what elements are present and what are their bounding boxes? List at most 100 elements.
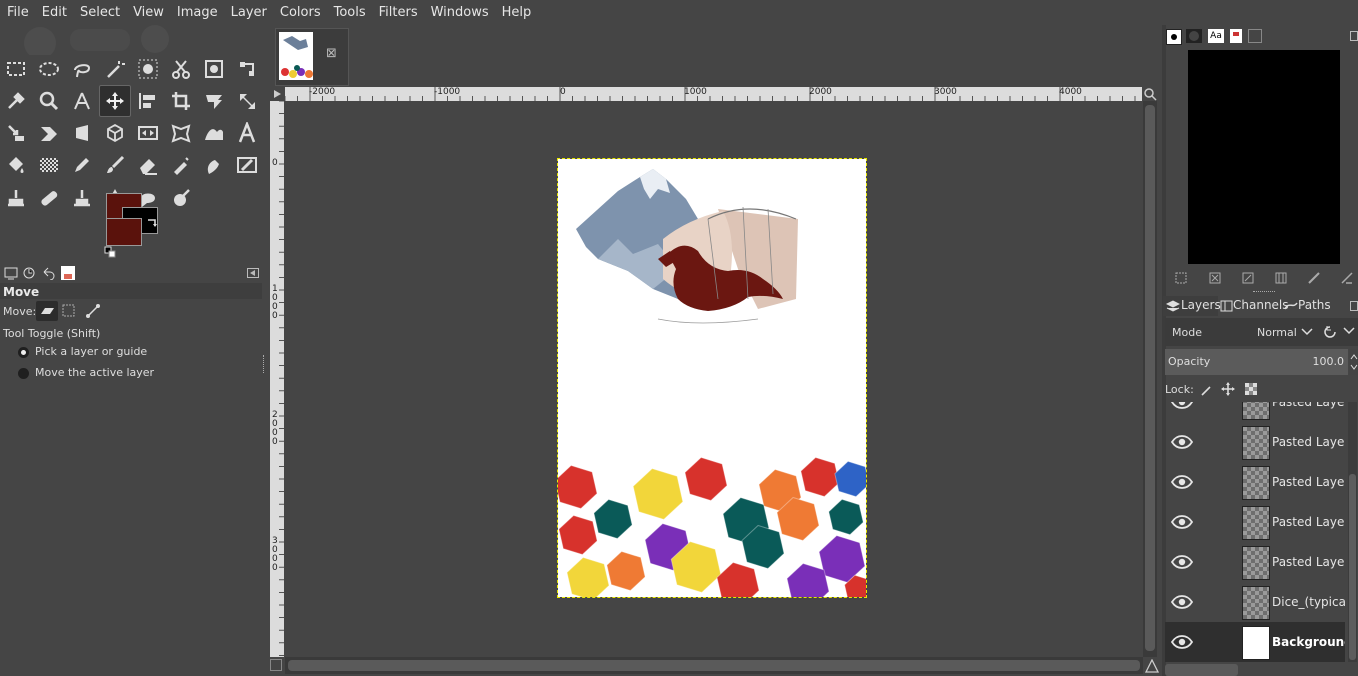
brushes-tab-icon[interactable] <box>1166 29 1182 45</box>
document-history-tab-icon[interactable] <box>1230 29 1242 43</box>
layer-row[interactable]: Pasted Layer # <box>1165 422 1345 462</box>
swap-colors-icon[interactable] <box>145 216 159 230</box>
paintbrush-tool[interactable] <box>101 151 129 179</box>
close-image-tab-icon[interactable]: ⊠ <box>326 46 337 61</box>
flip-tool[interactable] <box>134 119 162 147</box>
tab-layers[interactable]: Layers <box>1163 296 1221 316</box>
horizontal-scrollbar[interactable] <box>285 657 1143 674</box>
option-move-active-layer[interactable]: Move the active layer <box>18 366 154 379</box>
eye-icon[interactable] <box>1171 594 1193 610</box>
measure-tool[interactable] <box>68 87 96 115</box>
eye-icon[interactable] <box>1171 554 1193 570</box>
lock-position-icon[interactable] <box>1221 382 1235 396</box>
ellipse-select-tool[interactable] <box>35 55 63 83</box>
menu-edit[interactable]: Edit <box>35 0 73 25</box>
scissors-tool[interactable] <box>167 55 195 83</box>
shear-tool[interactable] <box>35 119 63 147</box>
foreground-select-tool[interactable] <box>200 55 228 83</box>
align-tool[interactable] <box>134 87 162 115</box>
layer-row[interactable]: Pasted Layer <box>1165 542 1345 582</box>
unified-transform-tool[interactable] <box>200 87 228 115</box>
layers-scrollbar[interactable] <box>1348 402 1357 662</box>
eye-icon[interactable] <box>1171 434 1193 450</box>
layers-hscroll-thumb[interactable] <box>1165 664 1238 676</box>
menu-help[interactable]: Help <box>495 0 538 25</box>
device-status-tab-icon[interactable] <box>22 266 36 280</box>
vertical-scroll-thumb[interactable] <box>1145 105 1155 651</box>
image-canvas[interactable] <box>557 158 867 598</box>
left-dock-splitter[interactable] <box>263 355 267 373</box>
eye-icon[interactable] <box>1171 514 1193 530</box>
mypaint-brush-tool[interactable] <box>233 151 261 179</box>
tool-options-tab-icon[interactable] <box>4 266 18 280</box>
right-dock-splitter[interactable] <box>1253 291 1275 295</box>
perspective-clone-tool[interactable] <box>68 184 96 212</box>
perspective-tool[interactable] <box>68 119 96 147</box>
fuzzy-select-tool[interactable] <box>101 55 129 83</box>
move-path-mode-button[interactable] <box>85 303 101 319</box>
move-tool[interactable] <box>99 85 131 117</box>
vertical-scrollbar[interactable] <box>1143 101 1157 657</box>
horizontal-scroll-thumb[interactable] <box>288 660 1140 671</box>
airbrush-tool[interactable] <box>167 151 195 179</box>
rotate-tool[interactable] <box>233 87 261 115</box>
rect-select-tool[interactable] <box>2 55 30 83</box>
refresh-brushes-icon[interactable] <box>1274 271 1288 285</box>
images-grid-tab-icon[interactable] <box>1248 29 1262 43</box>
tab-channels[interactable]: Channels <box>1219 296 1289 316</box>
layer-row[interactable]: Dice_(typical_rc <box>1165 582 1345 622</box>
select-by-color-tool[interactable] <box>134 55 162 83</box>
mode-options-chevron-icon[interactable] <box>1343 327 1355 335</box>
default-colors-icon[interactable] <box>104 246 118 258</box>
dodge-burn-tool[interactable] <box>167 184 195 212</box>
layer-row[interactable]: Pasted Layer # <box>1165 502 1345 542</box>
option-pick-layer[interactable]: Pick a layer or guide <box>18 345 147 358</box>
image-tab[interactable]: ⊠ <box>275 28 349 86</box>
panel-menu-icon[interactable] <box>247 268 259 278</box>
gradient-tool[interactable] <box>35 151 63 179</box>
3d-transform-tool[interactable] <box>101 119 129 147</box>
patterns-tab-icon[interactable] <box>1186 29 1202 43</box>
ink-tool[interactable] <box>200 151 228 179</box>
navigation-corner-icon[interactable] <box>1144 658 1160 673</box>
menu-filters[interactable]: Filters <box>372 0 424 25</box>
radio-pick-layer[interactable] <box>18 346 29 358</box>
bucket-fill-tool[interactable] <box>2 151 30 179</box>
text-tool[interactable] <box>233 119 261 147</box>
layers-dock-menu-icon[interactable] <box>1350 301 1358 311</box>
paths-tool[interactable] <box>233 55 261 83</box>
delete-brush-icon[interactable] <box>1208 271 1222 285</box>
menu-tools[interactable]: Tools <box>327 0 372 25</box>
menu-layer[interactable]: Layer <box>224 0 273 25</box>
eye-icon[interactable] <box>1171 402 1193 410</box>
lock-pixels-icon[interactable] <box>1199 383 1213 397</box>
quick-mask-arrow-icon[interactable] <box>270 87 284 101</box>
radio-move-active-layer[interactable] <box>18 367 29 379</box>
layer-row[interactable]: Pasted Layer # <box>1165 402 1345 422</box>
eraser-tool[interactable] <box>134 151 162 179</box>
navigate-button[interactable] <box>270 659 282 671</box>
foreground-color-front[interactable] <box>106 218 142 246</box>
layers-scroll-thumb[interactable] <box>1349 474 1356 660</box>
eye-icon[interactable] <box>1171 634 1193 650</box>
undo-history-tab-icon[interactable] <box>41 266 55 280</box>
menu-image[interactable]: Image <box>170 0 224 25</box>
fonts-tab-icon[interactable]: Aa <box>1208 29 1224 43</box>
move-layer-mode-button[interactable] <box>36 301 58 321</box>
cage-transform-tool[interactable] <box>167 119 195 147</box>
layer-row[interactable]: Background <box>1165 622 1345 662</box>
zoom-to-fit-button[interactable] <box>1143 87 1157 101</box>
menu-colors[interactable]: Colors <box>273 0 327 25</box>
reset-mode-icon[interactable] <box>1323 325 1337 339</box>
warp-transform-tool[interactable] <box>2 119 30 147</box>
clone-tool[interactable] <box>2 184 30 212</box>
open-brush-icon[interactable] <box>1307 271 1321 285</box>
color-picker-tool[interactable] <box>2 87 30 115</box>
duplicate-brush-icon[interactable] <box>1241 271 1255 285</box>
edit-brush-icon[interactable] <box>1174 271 1188 285</box>
lock-alpha-icon[interactable] <box>1244 382 1258 396</box>
crop-tool[interactable] <box>167 87 195 115</box>
zoom-tool[interactable] <box>35 87 63 115</box>
opacity-spin-buttons[interactable] <box>1349 349 1358 375</box>
heal-tool[interactable] <box>35 184 63 212</box>
